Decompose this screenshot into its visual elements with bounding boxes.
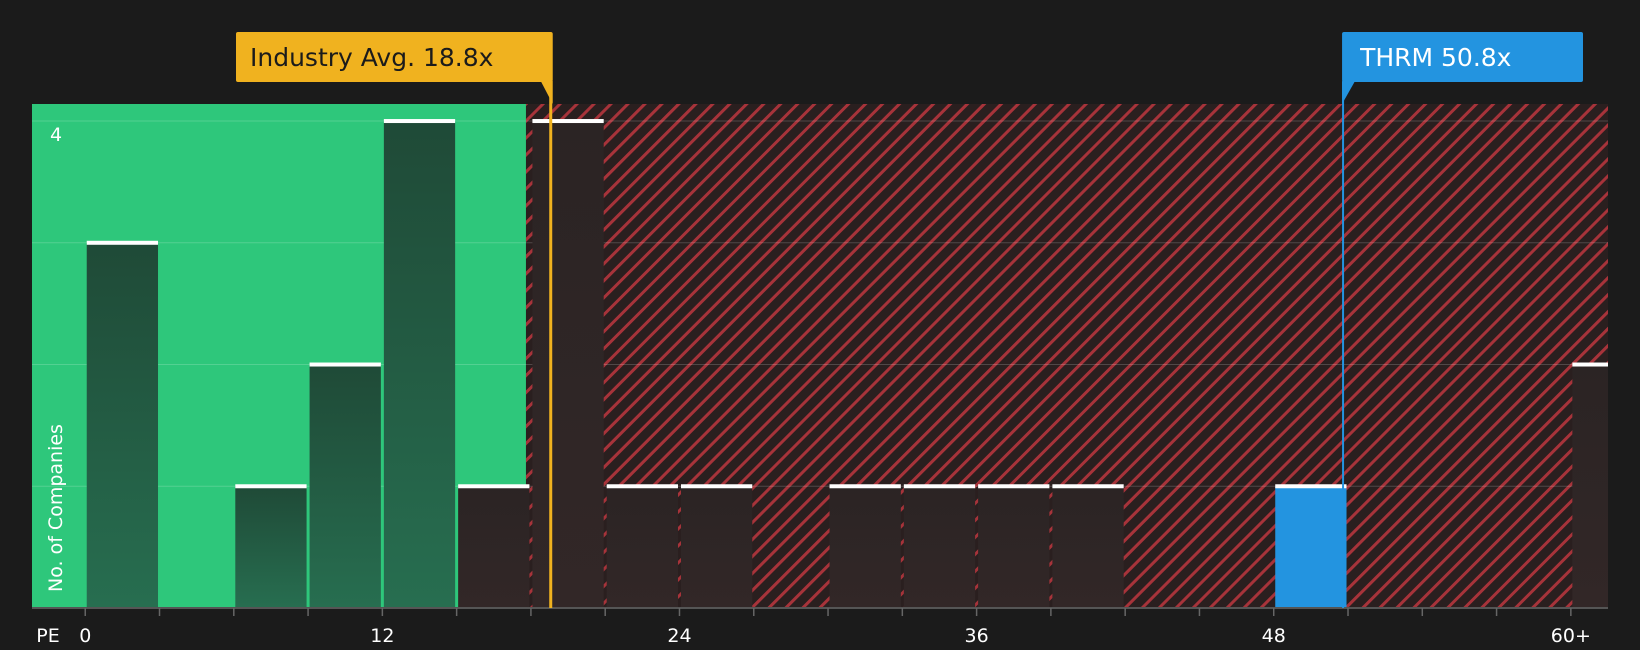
- x-tick-label: 36: [965, 625, 989, 647]
- x-tick-label: 0: [79, 625, 91, 647]
- histogram-bar: [606, 486, 678, 608]
- histogram-bar: [309, 364, 381, 608]
- x-tick-label: 24: [667, 625, 691, 647]
- y-axis-label: No. of Companies: [45, 424, 67, 592]
- bar-cap: [829, 484, 901, 489]
- histogram-bar: [458, 486, 530, 608]
- bar-cap: [978, 484, 1050, 489]
- histogram-bar: [1275, 486, 1347, 608]
- bar-cap: [532, 119, 604, 124]
- bar-cap: [458, 484, 530, 489]
- histogram-bar: [1572, 364, 1608, 608]
- bar-cap: [1572, 362, 1608, 367]
- bar-cap: [606, 484, 678, 489]
- x-tick-label: 12: [370, 625, 394, 647]
- histogram-bar: [978, 486, 1050, 608]
- pe-ratio-histogram: 0 12 24 36 48 60+ PE 4 Industry Avg. 18.8x THRM …: [32, 32, 1608, 647]
- x-tick-label: 60+: [1551, 625, 1591, 647]
- bar-cap: [1052, 484, 1124, 489]
- bar-cap: [309, 362, 381, 367]
- histogram-bar: [86, 242, 159, 609]
- company-pe-pointer: [1342, 81, 1356, 104]
- histogram-bar: [903, 486, 976, 608]
- bar-cap: [383, 119, 456, 124]
- histogram-bar: [829, 486, 901, 608]
- histogram-bar: [383, 121, 456, 608]
- company-pe-label: THRM 50.8x: [1359, 43, 1511, 72]
- histogram-bar: [235, 486, 307, 608]
- x-tick-label: 48: [1262, 625, 1286, 647]
- histogram-bar: [532, 121, 604, 608]
- industry-avg-pointer: [540, 81, 553, 104]
- histogram-bar: [1052, 486, 1124, 608]
- y-tick-label: 4: [50, 124, 62, 146]
- bar-cap: [680, 484, 753, 489]
- bar-cap: [1275, 484, 1347, 489]
- industry-avg-label: Industry Avg. 18.8x: [250, 43, 493, 72]
- bar-cap: [235, 484, 307, 489]
- histogram-bar: [680, 486, 753, 608]
- bar-cap: [86, 240, 159, 245]
- x-axis-label: PE: [36, 625, 59, 647]
- bar-cap: [903, 484, 976, 489]
